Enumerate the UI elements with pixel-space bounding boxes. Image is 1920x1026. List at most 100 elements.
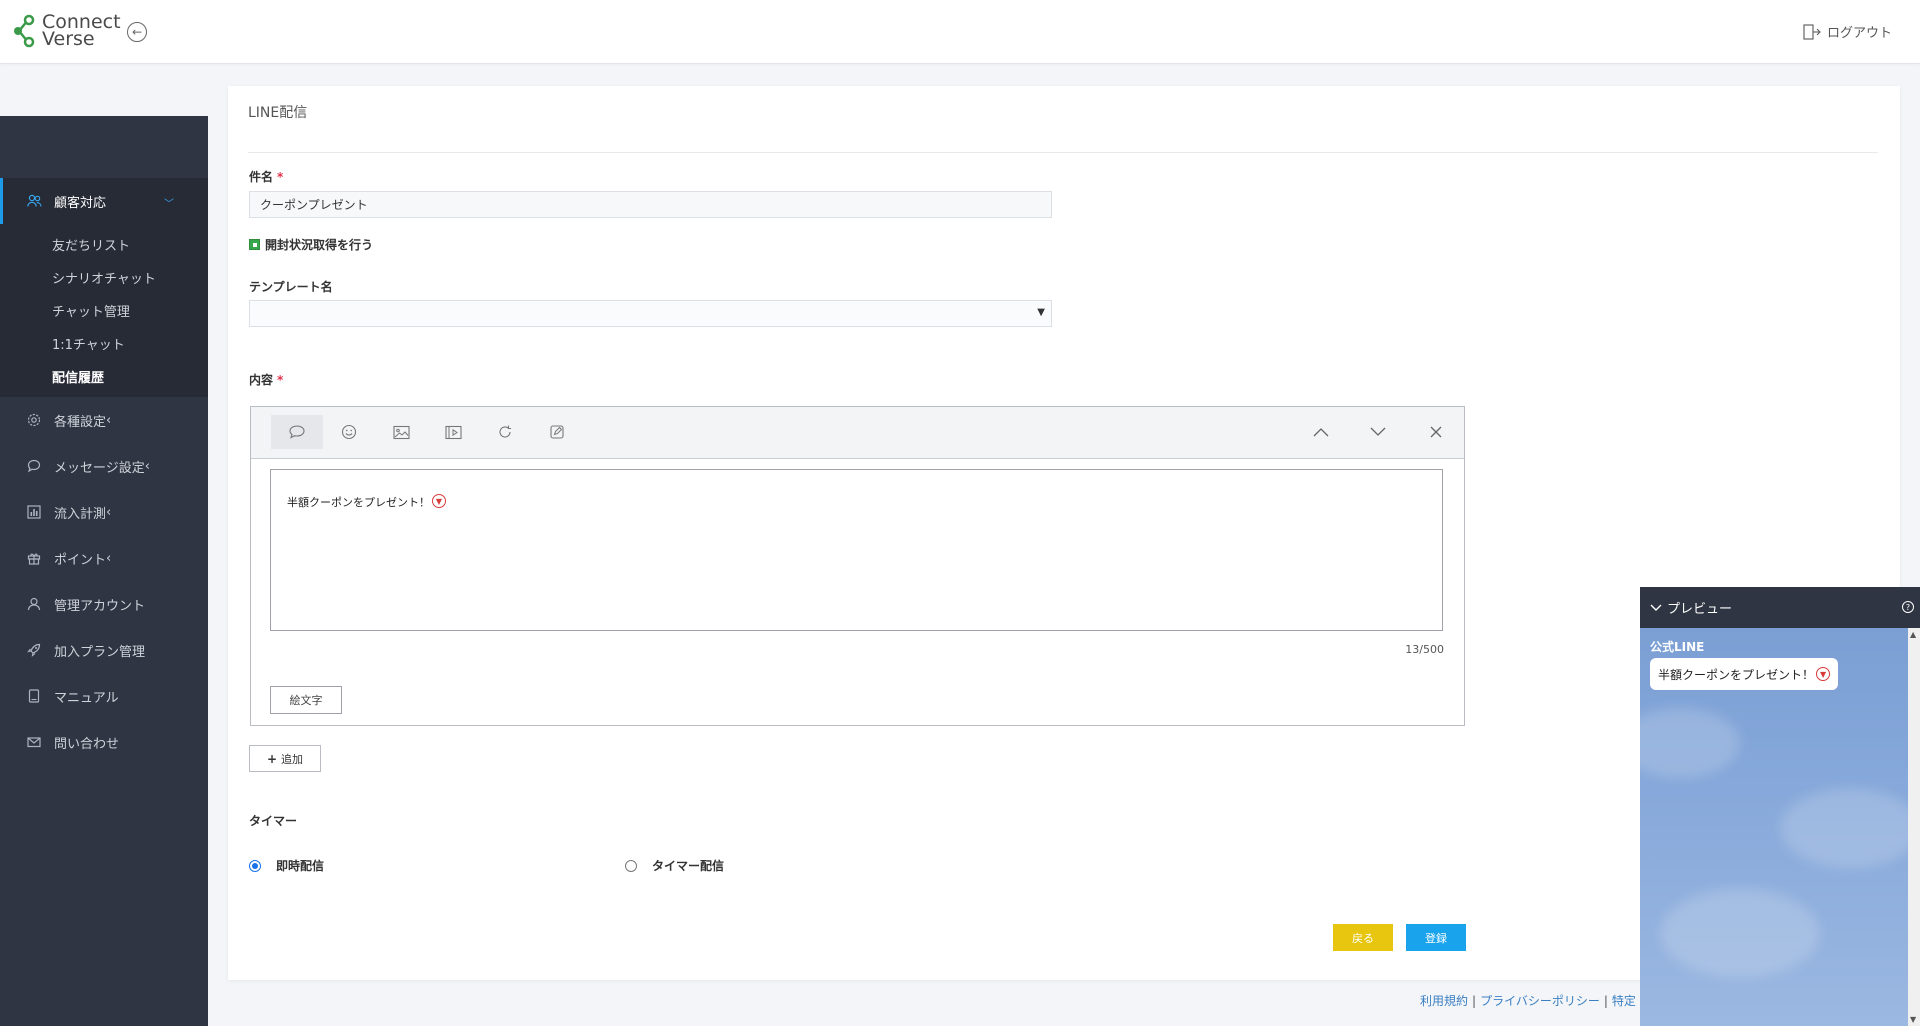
logo[interactable]: Connect Verse <box>12 13 121 50</box>
sidebar-subitem-friends[interactable]: 友だちリスト <box>0 230 208 263</box>
emoji-icon: ▼ <box>1816 667 1831 681</box>
bar-chart-icon <box>26 504 42 520</box>
sidebar-item-inflow[interactable]: 流入計測 ‹ <box>0 489 208 535</box>
chevron-down-icon <box>1370 427 1386 436</box>
radio-timer[interactable]: タイマー配信 <box>625 857 724 874</box>
chevron-up-icon <box>1313 428 1329 437</box>
sidebar-subitem-chat-management[interactable]: チャット管理 <box>0 296 208 329</box>
back-button[interactable]: 戻る <box>1333 924 1393 951</box>
subject-label-text: 件名 <box>249 170 274 184</box>
expand-arrow-icon: ‹ <box>144 458 150 474</box>
people-icon <box>26 193 42 209</box>
logo-line-2: Verse <box>42 28 95 50</box>
footer-link-terms[interactable]: 利用規約 <box>1420 994 1468 1008</box>
footer-separator: | <box>1472 994 1477 1008</box>
title-divider <box>248 152 1878 153</box>
message-textarea[interactable]: 半額クーポンをプレゼント！ ▼ <box>270 469 1443 631</box>
timer-label: タイマー <box>249 814 298 828</box>
speech-bubble-icon <box>289 425 305 439</box>
message-editor: 半額クーポンをプレゼント！ ▼ 13/500 絵文字 <box>250 406 1465 726</box>
sidebar-item-message-settings[interactable]: メッセージ設定 ‹ <box>0 443 208 489</box>
sidebar-item-label: 各種設定 <box>54 414 107 430</box>
sidebar-item-label: ポイント <box>54 552 107 568</box>
edit-tab[interactable] <box>531 415 583 449</box>
preview-chat-area: 公式LINE 半額クーポンをプレゼント！ ▼ <box>1640 628 1920 1026</box>
radio-immediate-button[interactable] <box>249 859 261 872</box>
message-text: 半額クーポンをプレゼント！ <box>287 496 430 509</box>
preview-scrollbar[interactable]: ▲ ▼ <box>1908 628 1920 1026</box>
preview-header[interactable]: プレビュー ? <box>1640 587 1920 628</box>
stamp-tab[interactable] <box>323 415 375 449</box>
sidebar-item-label: 顧客対応 <box>54 195 107 211</box>
close-icon <box>1430 426 1442 438</box>
chevron-down-icon: ﹀ <box>164 199 174 210</box>
scroll-down-icon[interactable]: ▼ <box>1910 1015 1916 1024</box>
sidebar-subitem-one-on-one-chat[interactable]: 1:1チャット <box>0 329 208 362</box>
scroll-up-icon[interactable]: ▲ <box>1910 630 1916 639</box>
logout-button[interactable]: ログアウト <box>1803 22 1892 41</box>
emoji-button[interactable]: 絵文字 <box>270 686 342 714</box>
cloud-decoration <box>1780 788 1920 868</box>
add-message-button[interactable]: + 追加 <box>249 745 321 772</box>
open-tracking-checkbox-row[interactable]: 開封状況取得を行う <box>249 236 373 253</box>
chat-bubble-icon <box>26 458 42 474</box>
chevron-down-icon <box>1650 604 1662 611</box>
sidebar-item-settings[interactable]: 各種設定 ‹ <box>0 397 208 443</box>
expand-arrow-icon: ‹ <box>106 550 112 566</box>
sidebar-item-points[interactable]: ポイント ‹ <box>0 535 208 581</box>
gift-icon <box>26 550 42 566</box>
sidebar-item-customer[interactable]: 顧客対応 ﹀ <box>0 178 208 224</box>
sidebar-item-label: 管理アカウント <box>54 598 146 614</box>
remove-message-button[interactable] <box>1410 415 1462 449</box>
image-icon <box>392 425 410 439</box>
sidebar-item-manual[interactable]: マニュアル <box>0 673 208 719</box>
gear-icon <box>26 412 42 428</box>
footer-link-specified[interactable]: 特定 <box>1612 994 1636 1008</box>
help-icon[interactable]: ? <box>1902 601 1914 613</box>
radio-timer-label: タイマー配信 <box>652 859 725 873</box>
sidebar-item-admin-account[interactable]: 管理アカウント <box>0 581 208 627</box>
open-tracking-checkbox[interactable] <box>249 239 260 250</box>
edit-icon <box>550 425 564 439</box>
sidebar-subitem-scenario-chat[interactable]: シナリオチャット <box>0 263 208 296</box>
top-header: Connect Verse ← ログアウト <box>0 0 1920 64</box>
radio-immediate[interactable]: 即時配信 <box>249 857 324 874</box>
text-message-tab[interactable] <box>271 415 323 449</box>
refresh-tab[interactable] <box>479 415 531 449</box>
smiley-icon <box>341 424 357 440</box>
cloud-decoration <box>1640 708 1740 778</box>
content-label-text: 内容 <box>249 373 274 387</box>
video-icon <box>444 425 462 439</box>
expand-arrow-icon: ‹ <box>106 504 112 520</box>
chevron-down-icon: ▼ <box>1037 307 1045 318</box>
sidebar-item-label: メッセージ設定 <box>54 460 145 476</box>
char-counter: 13/500 <box>1405 643 1444 656</box>
template-select[interactable]: ▼ <box>249 300 1052 327</box>
sidebar-subitem-delivery-history[interactable]: 配信履歴 <box>0 362 208 395</box>
move-down-button[interactable] <box>1352 415 1404 449</box>
footer-links: 利用規約 | プライバシーポリシー | 特定 <box>1420 992 1636 1009</box>
emoji-icon: ▼ <box>432 494 446 508</box>
footer-link-privacy[interactable]: プライバシーポリシー <box>1480 994 1600 1008</box>
cloud-decoration <box>1660 888 1820 978</box>
sidebar-item-label: 流入計測 <box>54 506 107 522</box>
template-label: テンプレート名 <box>249 280 333 294</box>
sidebar-collapse-icon[interactable]: ← <box>127 22 147 42</box>
required-mark: * <box>277 373 284 387</box>
mail-icon <box>26 734 42 750</box>
preview-title: プレビュー <box>1667 602 1733 617</box>
sidebar-item-plan[interactable]: 加入プラン管理 <box>0 627 208 673</box>
subject-input[interactable] <box>249 191 1052 218</box>
open-tracking-label: 開封状況取得を行う <box>265 238 374 252</box>
sidebar-item-contact[interactable]: 問い合わせ <box>0 719 208 765</box>
radio-timer-button[interactable] <box>625 859 637 872</box>
submit-button[interactable]: 登録 <box>1406 924 1466 951</box>
preview-message-bubble: 半額クーポンをプレゼント！ ▼ <box>1650 658 1839 690</box>
refresh-icon <box>499 425 511 438</box>
content-label: 内容 * <box>249 371 283 388</box>
video-tab[interactable] <box>427 415 479 449</box>
add-message-label: 追加 <box>281 752 304 766</box>
image-tab[interactable] <box>375 415 427 449</box>
sidebar-item-label: 問い合わせ <box>54 736 120 752</box>
move-up-button[interactable] <box>1295 415 1347 449</box>
